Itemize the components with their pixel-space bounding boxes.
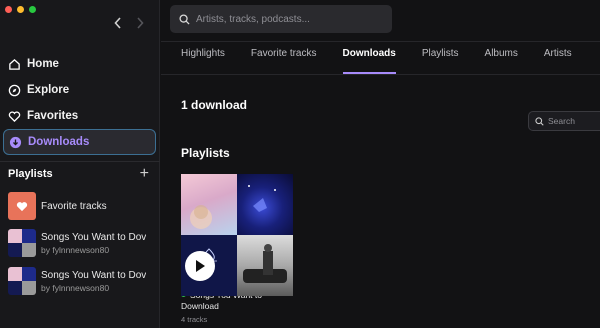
add-playlist-icon[interactable]: + bbox=[140, 166, 149, 182]
section-title: Playlists bbox=[181, 146, 230, 160]
sidebar-divider bbox=[0, 161, 160, 162]
album-art-blue bbox=[237, 174, 293, 235]
download-icon bbox=[9, 136, 22, 148]
sidebar-playlist-item[interactable]: Songs You Want to Dov by fylnnnewson80 bbox=[8, 228, 158, 258]
tab-artists[interactable]: Artists bbox=[544, 48, 572, 74]
zoom-window-button[interactable] bbox=[29, 6, 36, 13]
nav-item-downloads[interactable]: Downloads bbox=[3, 129, 156, 155]
album-art-grayscale bbox=[237, 235, 293, 296]
playlist-cover bbox=[8, 229, 36, 257]
heart-icon bbox=[8, 110, 21, 122]
playlist-owner: by fylnnnewson80 bbox=[41, 282, 110, 293]
downloads-search-placeholder: Search bbox=[548, 116, 575, 126]
play-icon bbox=[196, 260, 205, 272]
nav-item-favorites[interactable]: Favorites bbox=[0, 103, 160, 129]
tab-bar: Highlights Favorite tracks Downloads Pla… bbox=[181, 48, 598, 74]
playlist-cover bbox=[8, 267, 36, 295]
playlist-title: Songs You Want to Dov bbox=[41, 269, 147, 281]
download-count: 1 download bbox=[181, 98, 247, 112]
tab-downloads[interactable]: Downloads bbox=[342, 48, 397, 74]
forward-arrow-icon[interactable] bbox=[136, 17, 144, 29]
tab-playlists[interactable]: Playlists bbox=[422, 48, 459, 74]
playlist-title: Favorite tracks bbox=[41, 200, 107, 212]
window-controls bbox=[5, 6, 36, 13]
playlist-cover[interactable] bbox=[181, 174, 293, 296]
album-art-lover bbox=[181, 174, 237, 235]
nav-label-explore: Explore bbox=[27, 84, 70, 96]
favorite-tracks-cover bbox=[8, 192, 36, 220]
tab-favorite-tracks[interactable]: Favorite tracks bbox=[251, 48, 317, 74]
main-nav: Home Explore Favorites Downloads bbox=[0, 51, 160, 155]
main-content: Artists, tracks, podcasts... Highlights … bbox=[161, 0, 600, 328]
nav-item-explore[interactable]: Explore bbox=[0, 77, 160, 103]
header-divider bbox=[161, 41, 600, 42]
play-button[interactable] bbox=[185, 251, 215, 281]
search-placeholder: Artists, tracks, podcasts... bbox=[196, 13, 310, 25]
playlist-card-track-count: 4 tracks bbox=[181, 315, 208, 324]
downloads-search-input[interactable]: Search bbox=[528, 111, 600, 131]
playlists-header: Playlists + bbox=[8, 166, 149, 182]
tab-albums[interactable]: Albums bbox=[485, 48, 518, 74]
minimize-window-button[interactable] bbox=[17, 6, 24, 13]
compass-icon bbox=[8, 84, 21, 96]
sidebar-playlist-item[interactable]: Songs You Want to Dov by fylnnnewson80 bbox=[8, 266, 158, 296]
close-window-button[interactable] bbox=[5, 6, 12, 13]
playlist-card[interactable]: Songs You Want to Download 4 tracks bbox=[181, 174, 293, 324]
nav-label-favorites: Favorites bbox=[27, 110, 79, 122]
nav-label-home: Home bbox=[27, 58, 59, 70]
sidebar: Home Explore Favorites Downloads Playlis… bbox=[0, 0, 160, 328]
tab-highlights[interactable]: Highlights bbox=[181, 48, 225, 74]
search-icon bbox=[535, 116, 544, 126]
nav-item-home[interactable]: Home bbox=[0, 51, 160, 77]
search-icon bbox=[179, 13, 190, 25]
nav-label-downloads: Downloads bbox=[28, 136, 90, 148]
playlists-heading: Playlists bbox=[8, 168, 53, 180]
home-icon bbox=[9, 58, 20, 70]
tab-divider bbox=[161, 74, 600, 75]
heart-icon bbox=[16, 201, 28, 211]
search-input[interactable]: Artists, tracks, podcasts... bbox=[170, 5, 392, 33]
playlist-title: Songs You Want to Dov bbox=[41, 231, 147, 243]
playlist-owner: by fylnnnewson80 bbox=[41, 244, 110, 255]
sidebar-playlist-item[interactable]: Favorite tracks bbox=[8, 191, 158, 221]
back-arrow-icon[interactable] bbox=[114, 17, 122, 29]
